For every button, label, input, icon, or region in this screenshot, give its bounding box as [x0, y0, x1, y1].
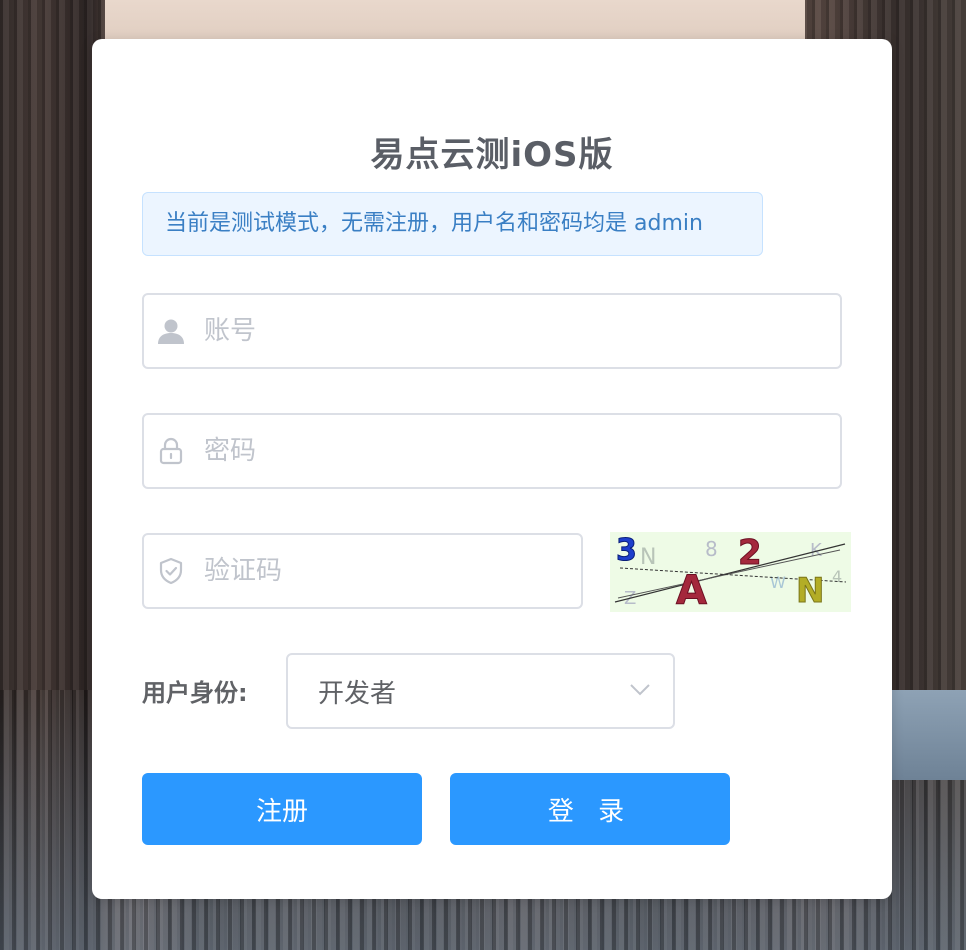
shield-icon — [156, 556, 186, 586]
password-input[interactable] — [204, 421, 804, 481]
svg-text:8: 8 — [705, 537, 718, 561]
test-mode-tip: 当前是测试模式，无需注册，用户名和密码均是 admin — [142, 192, 763, 256]
username-field[interactable] — [142, 293, 842, 369]
captcha-char: 3 — [616, 533, 637, 568]
svg-text:4: 4 — [832, 567, 842, 586]
lock-icon — [156, 436, 186, 466]
svg-text:N: N — [640, 545, 656, 570]
login-card: 易点云测iOS版 当前是测试模式，无需注册，用户名和密码均是 admin 账号 … — [92, 39, 892, 899]
password-field[interactable] — [142, 413, 842, 489]
captcha-char: 2 — [738, 533, 762, 573]
role-select[interactable]: 开发者 — [286, 653, 675, 729]
chevron-down-icon — [629, 682, 651, 701]
captcha-char: N — [796, 571, 824, 611]
captcha-char: A — [676, 568, 707, 612]
svg-text:W: W — [770, 573, 786, 592]
role-label: 用户身份: — [142, 679, 248, 707]
captcha-input[interactable] — [204, 541, 564, 601]
captcha-field[interactable] — [142, 533, 583, 609]
user-icon — [156, 316, 186, 346]
login-button[interactable]: 登 录 — [450, 773, 730, 845]
username-input[interactable] — [204, 301, 804, 361]
page-title: 易点云测iOS版 — [370, 135, 614, 175]
tip-text: 当前是测试模式，无需注册，用户名和密码均是 admin — [165, 211, 703, 236]
register-button[interactable]: 注册 — [142, 773, 422, 845]
role-select-value: 开发者 — [318, 678, 397, 709]
captcha-image[interactable]: N 8 K Z W 4 3 A 2 N — [610, 532, 851, 612]
background-board — [886, 690, 966, 780]
